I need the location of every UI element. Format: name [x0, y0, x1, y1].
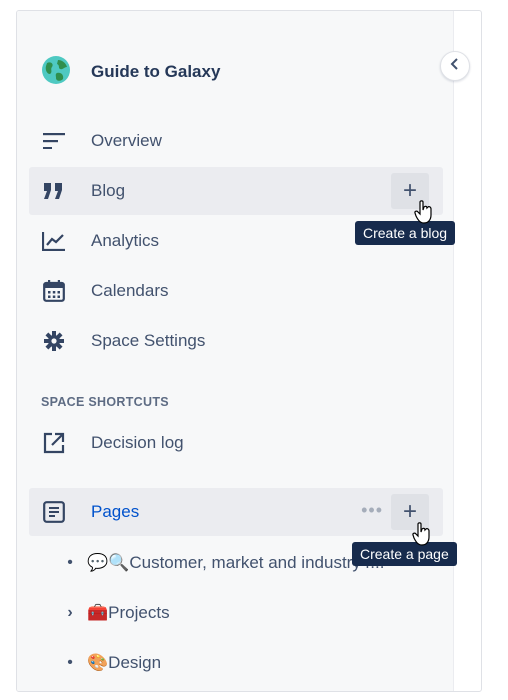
sidebar-item-label: Calendars: [91, 281, 169, 300]
sidebar-item-space-settings[interactable]: Space Settings: [29, 317, 443, 365]
quote-icon: [41, 178, 67, 204]
sidebar-item-label: Analytics: [91, 231, 160, 250]
shortcut-decision-log[interactable]: Decision log: [29, 419, 443, 467]
page-icon: [41, 499, 67, 525]
analytics-icon: [41, 228, 67, 254]
space-shortcuts-heading: SPACE SHORTCUTS: [41, 395, 169, 409]
page-tree-item[interactable]: › 🧰 Projects: [65, 600, 170, 626]
sidebar-item-calendars[interactable]: Calendars: [29, 267, 443, 315]
sidebar-item-overview[interactable]: Overview: [29, 117, 443, 165]
calendar-icon: [41, 278, 67, 304]
sidebar-item-label: Blog: [91, 181, 126, 200]
space-sidebar: Guide to Galaxy Overview Blog + Analytic…: [17, 11, 454, 691]
external-link-icon: [41, 430, 67, 456]
bullet-icon: •: [67, 654, 73, 671]
bullet-icon: •: [67, 554, 73, 571]
collapse-sidebar-button[interactable]: [440, 51, 470, 81]
sidebar-item-label: Space Settings: [91, 331, 206, 350]
overview-icon: [41, 128, 67, 154]
more-actions-button[interactable]: •••: [361, 500, 383, 521]
create-page-tooltip: Create a page: [352, 542, 457, 566]
page-tree-emoji: 🎨: [87, 653, 109, 672]
gear-icon: [41, 328, 67, 354]
sidebar-item-label: Decision log: [91, 433, 184, 452]
app-frame: Guide to Galaxy Overview Blog + Analytic…: [16, 10, 482, 692]
sidebar-item-pages[interactable]: Pages ••• +: [29, 488, 443, 536]
page-tree-item[interactable]: • 🎨 Design: [65, 650, 161, 676]
space-title: Guide to Galaxy: [91, 62, 221, 81]
chevron-left-icon: [450, 57, 460, 75]
page-tree-emoji: 🧰: [87, 603, 109, 622]
page-tree-item[interactable]: • 💬🔍 Customer, market and industry r...: [65, 550, 384, 576]
page-tree-emoji: 💬🔍: [87, 553, 130, 572]
create-blog-button[interactable]: +: [391, 173, 429, 209]
globe-icon: [41, 55, 71, 90]
page-tree-label: Projects: [108, 603, 170, 622]
sidebar-item-label: Pages: [91, 502, 140, 521]
sidebar-item-label: Overview: [91, 131, 162, 150]
sidebar-item-blog[interactable]: Blog +: [29, 167, 443, 215]
page-tree-label: Design: [108, 653, 162, 672]
space-header[interactable]: Guide to Galaxy: [41, 55, 221, 90]
chevron-right-icon[interactable]: ›: [65, 604, 75, 622]
create-page-button[interactable]: +: [391, 494, 429, 530]
page-tree-label: Customer, market and industry r...: [129, 553, 385, 572]
create-blog-tooltip: Create a blog: [355, 221, 456, 245]
